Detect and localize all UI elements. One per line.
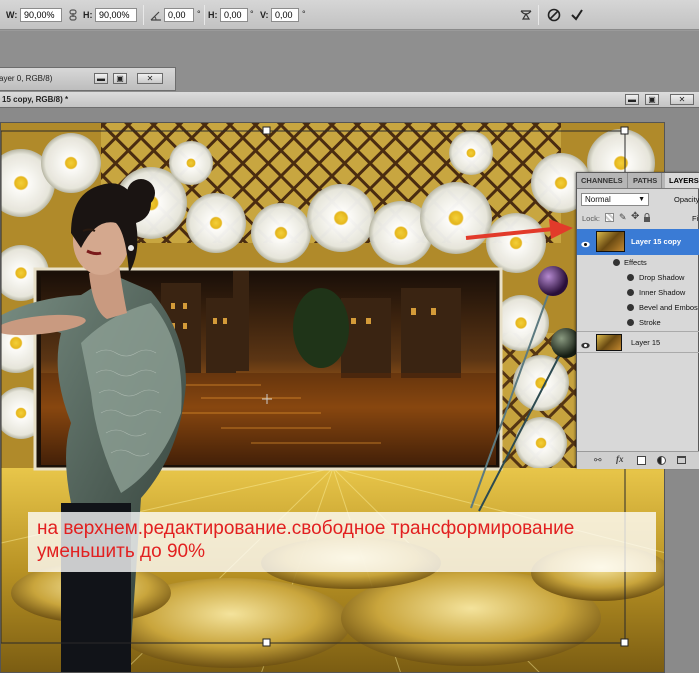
fill-label: Fi	[692, 214, 699, 223]
cancel-transform-icon[interactable]	[545, 6, 563, 24]
lock-all-icon[interactable]	[643, 213, 651, 222]
image-canvas[interactable]	[0, 122, 665, 673]
tab-channels[interactable]: CHANNELS	[577, 173, 628, 188]
document-tab-title: ayer 0, RGB/8)	[0, 74, 53, 83]
tab-layers[interactable]: LAYERS	[665, 173, 699, 188]
adjustment-layer-icon[interactable]	[657, 456, 666, 465]
caption-line-2: уменьшить до 90%	[37, 541, 206, 562]
layer-name: Layer 15 copy	[631, 237, 682, 246]
add-layer-style-icon[interactable]: fx	[616, 454, 624, 464]
effect-label: Bevel and Embos	[639, 303, 698, 312]
effect-label: Inner Shadow	[639, 288, 686, 297]
divider	[538, 5, 539, 25]
visibility-eye-icon[interactable]	[627, 304, 634, 311]
document-title-bar[interactable]: 15 copy, RGB/8) * ▬ ▣ ✕	[0, 92, 699, 108]
visibility-eye-icon[interactable]	[627, 319, 634, 326]
effect-row-inner-shadow[interactable]: Inner Shadow	[577, 285, 699, 300]
lock-transparency-icon[interactable]	[605, 213, 614, 222]
collage-artwork	[1, 123, 664, 672]
document-window-background[interactable]: ayer 0, RGB/8) ▬ ▣ ✕	[0, 67, 176, 91]
angle-field[interactable]: 0,00	[164, 8, 194, 22]
maximize-button[interactable]: ▣	[113, 73, 127, 84]
rotate-angle-icon	[150, 9, 162, 21]
minimize-button[interactable]: ▬	[625, 94, 639, 105]
document-tab-title: 15 copy, RGB/8) *	[2, 95, 69, 104]
chevron-down-icon: ▼	[638, 196, 645, 203]
blend-mode-value: Normal	[585, 195, 611, 204]
commit-transform-icon[interactable]	[568, 6, 586, 24]
degree-unit: °	[197, 9, 201, 19]
effects-group-row[interactable]: Effects	[577, 255, 699, 270]
skew-h-label: H:	[208, 10, 218, 20]
skew-v-field[interactable]: 0,00	[271, 8, 299, 22]
effect-row-drop-shadow[interactable]: Drop Shadow	[577, 270, 699, 285]
degree-unit: °	[250, 9, 254, 19]
visibility-eye-icon[interactable]	[581, 339, 590, 349]
lock-pixels-icon[interactable]: ✎	[619, 212, 627, 223]
visibility-eye-icon[interactable]	[613, 259, 620, 266]
maximize-button[interactable]: ▣	[645, 94, 659, 105]
minimize-button[interactable]: ▬	[94, 73, 108, 84]
layer-thumbnail	[596, 231, 625, 252]
effects-label: Effects	[624, 258, 647, 267]
degree-unit: °	[302, 9, 306, 19]
layer-row-layer-15-copy[interactable]: Layer 15 copy	[577, 229, 699, 255]
visibility-eye-icon[interactable]	[627, 274, 634, 281]
effect-row-stroke[interactable]: Stroke	[577, 315, 699, 330]
height-label: H:	[83, 10, 93, 20]
height-field[interactable]: 90,00%	[95, 8, 137, 22]
caption-line-1: на верхнем.редактирование.свободное тран…	[37, 518, 575, 539]
new-group-icon[interactable]	[677, 456, 686, 464]
visibility-eye-icon[interactable]	[581, 238, 590, 248]
options-bar: W: 90,00% H: 90,00% 0,00 ° H: 0,00 ° V: …	[0, 0, 699, 30]
link-icon[interactable]	[68, 9, 78, 21]
instruction-caption: на верхнем.редактирование.свободное тран…	[28, 512, 656, 572]
effect-label: Drop Shadow	[639, 273, 685, 282]
skew-v-label: V:	[260, 10, 269, 20]
visibility-eye-icon[interactable]	[627, 289, 634, 296]
effect-label: Stroke	[639, 318, 661, 327]
skew-h-field[interactable]: 0,00	[220, 8, 248, 22]
close-button[interactable]: ✕	[137, 73, 163, 84]
layers-panel-footer: ⚯ fx	[577, 451, 699, 469]
blend-mode-select[interactable]: Normal ▼	[581, 193, 649, 206]
layer-thumbnail	[596, 334, 622, 351]
layer-row-layer-15[interactable]: Layer 15	[577, 331, 699, 353]
divider	[204, 5, 205, 25]
opacity-label: Opacity	[674, 195, 699, 204]
panel-tab-bar: CHANNELS PATHS LAYERS	[577, 173, 699, 189]
divider	[143, 5, 144, 25]
add-mask-icon[interactable]	[637, 456, 646, 465]
width-label: W:	[6, 10, 18, 20]
lock-position-icon[interactable]: ✥	[631, 211, 639, 222]
width-field[interactable]: 90,00%	[20, 8, 62, 22]
tab-paths[interactable]: PATHS	[629, 173, 663, 188]
close-button[interactable]: ✕	[670, 94, 694, 105]
layers-panel: CHANNELS PATHS LAYERS Normal ▼ Opacity L…	[576, 172, 699, 469]
effect-row-bevel-emboss[interactable]: Bevel and Embos	[577, 300, 699, 315]
layer-name: Layer 15	[631, 338, 661, 347]
link-layers-icon[interactable]: ⚯	[594, 455, 602, 466]
warp-mode-button[interactable]	[517, 6, 535, 24]
lock-label: Lock:	[582, 214, 600, 223]
